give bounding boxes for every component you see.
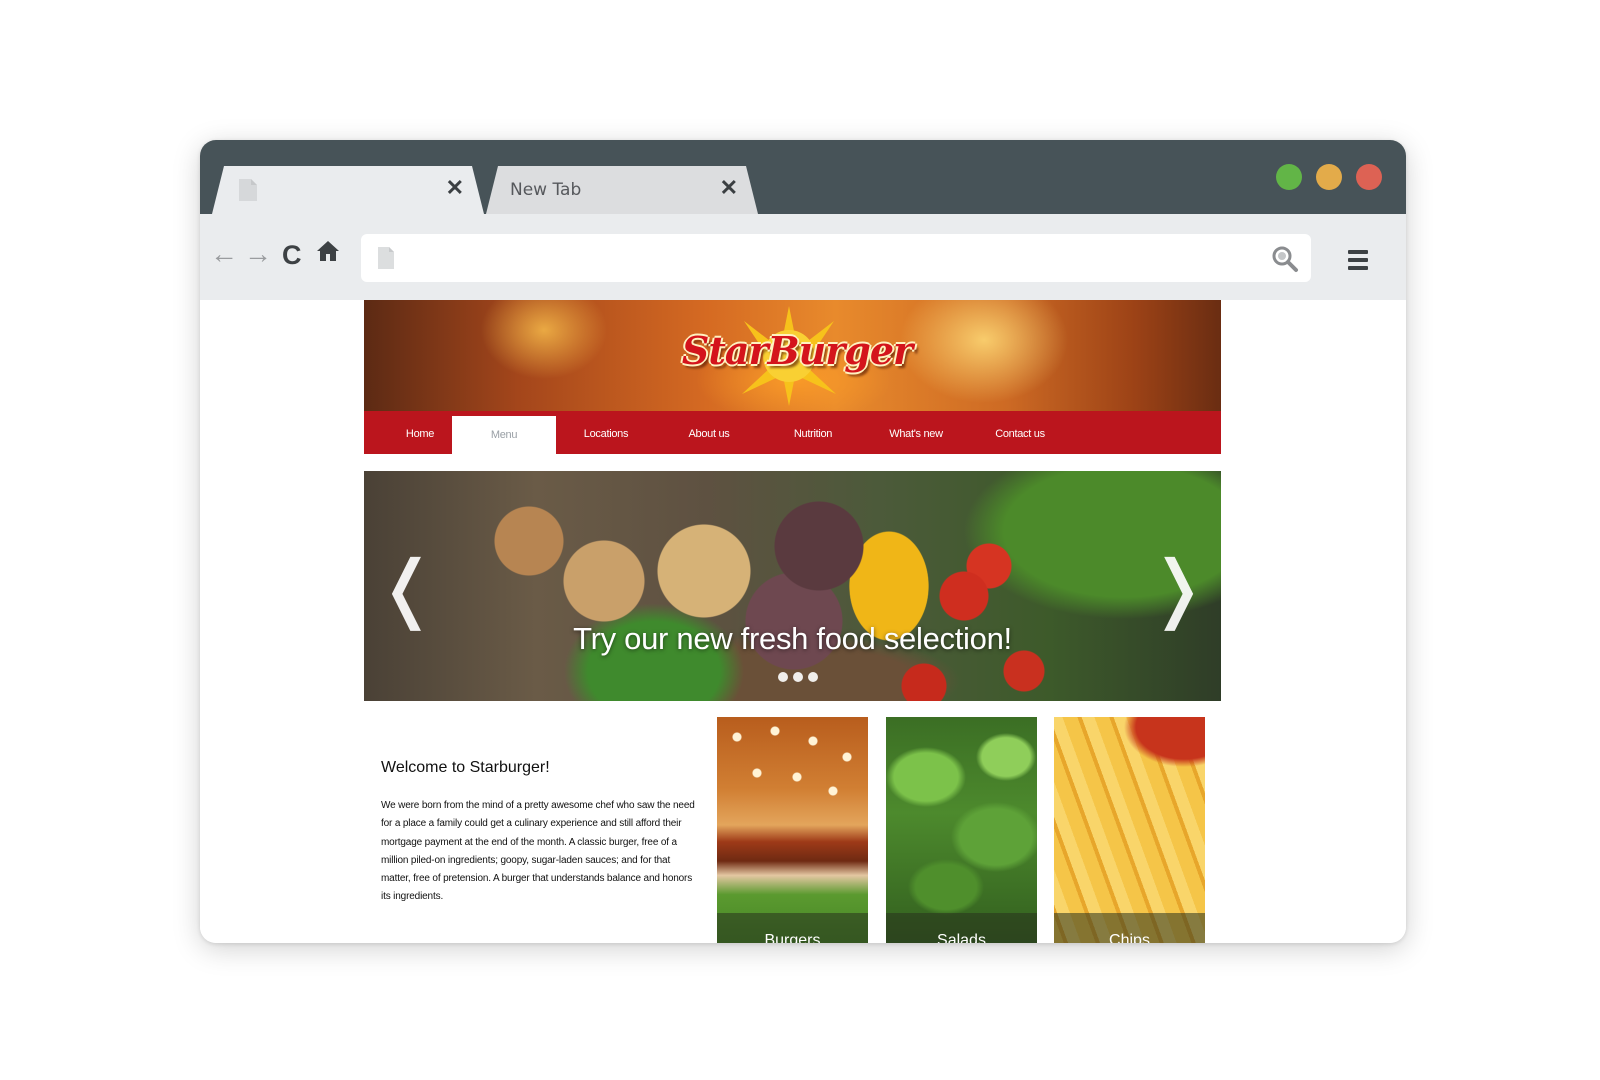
page-viewport: StarBurger Home Menu Locations About us … <box>200 300 1406 943</box>
tab-new-tab[interactable]: New Tab ✕ <box>486 166 758 214</box>
browser-window: ✕ New Tab ✕ ← → C StarBurger Home Menu L… <box>200 140 1406 943</box>
tab-active[interactable]: ✕ <box>212 166 484 214</box>
page-icon <box>378 247 394 269</box>
slider-dot[interactable] <box>808 672 818 682</box>
home-icon[interactable] <box>316 240 340 262</box>
category-card-chips[interactable]: Chips <box>1054 717 1205 943</box>
category-label: Salads <box>886 913 1037 943</box>
browser-toolbar: ← → C <box>200 214 1406 300</box>
slider-next-icon[interactable]: ❭ <box>1147 545 1209 631</box>
logo-wordmark: StarBurger <box>681 328 913 373</box>
nav-item-locations[interactable]: Locations <box>554 411 658 454</box>
forward-arrow-icon[interactable]: → <box>244 240 272 268</box>
close-window-button[interactable] <box>1356 164 1382 190</box>
site-header: StarBurger <box>364 300 1221 411</box>
category-card-burgers[interactable]: Burgers <box>717 717 868 943</box>
slider-caption: Try our new fresh food selection! <box>573 621 1012 656</box>
nav-item-about-us[interactable]: About us <box>657 411 761 454</box>
nav-item-contact-us[interactable]: Contact us <box>968 411 1072 454</box>
welcome-section: Welcome to Starburger! We were born from… <box>381 759 699 907</box>
page-icon <box>238 178 258 202</box>
tab-title: New Tab <box>510 180 582 200</box>
hero-slider: ❬ ❭ Try our new fresh food selection! <box>364 471 1221 701</box>
welcome-body: We were born from the mind of a pretty a… <box>381 800 695 903</box>
reload-icon[interactable]: C <box>282 242 302 269</box>
close-tab-icon[interactable]: ✕ <box>720 175 738 201</box>
welcome-heading: Welcome to Starburger! <box>381 759 550 776</box>
nav-item-whats-new[interactable]: What's new <box>864 411 968 454</box>
maximize-button[interactable] <box>1276 164 1302 190</box>
slider-dots <box>778 669 823 687</box>
title-bar: ✕ New Tab ✕ <box>200 140 1406 214</box>
address-bar[interactable] <box>361 234 1311 282</box>
close-tab-icon[interactable]: ✕ <box>446 175 464 201</box>
search-icon[interactable] <box>1271 245 1299 273</box>
category-label: Burgers <box>717 913 868 943</box>
nav-item-nutrition[interactable]: Nutrition <box>761 411 865 454</box>
slider-dot[interactable] <box>778 672 788 682</box>
back-arrow-icon[interactable]: ← <box>210 240 238 268</box>
slider-prev-icon[interactable]: ❬ <box>376 545 438 631</box>
minimize-button[interactable] <box>1316 164 1342 190</box>
nav-item-menu[interactable]: Menu <box>452 416 556 454</box>
slider-dot[interactable] <box>793 672 803 682</box>
main-nav: Home Menu Locations About us Nutrition W… <box>364 411 1221 454</box>
site-logo[interactable]: StarBurger <box>664 306 924 406</box>
hamburger-menu-icon[interactable] <box>1348 250 1368 274</box>
category-card-salads[interactable]: Salads <box>886 717 1037 943</box>
category-label: Chips <box>1054 913 1205 943</box>
